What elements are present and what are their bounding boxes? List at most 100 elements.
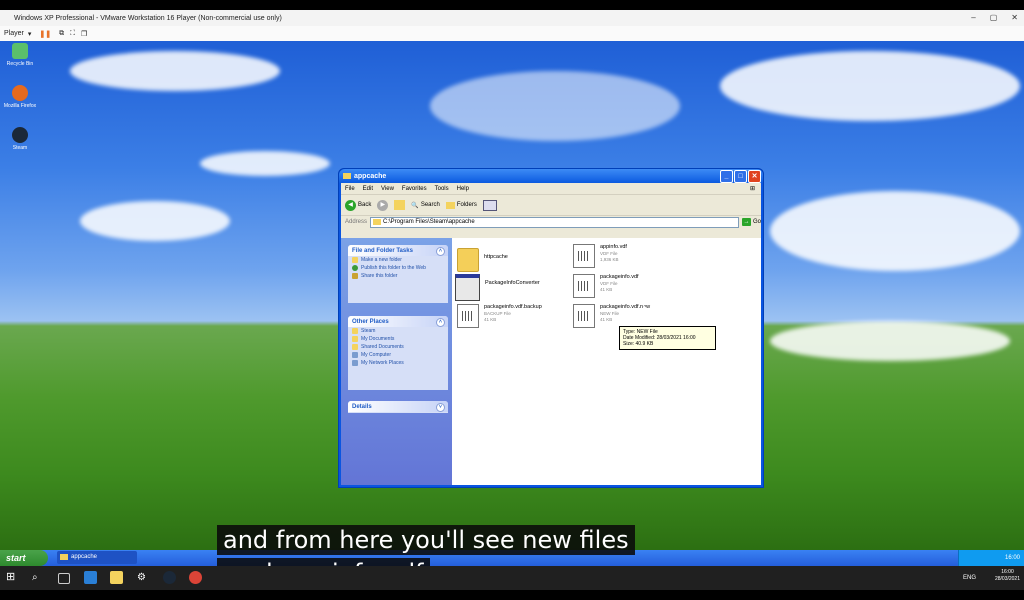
task-share-folder[interactable]: Share this folder <box>348 272 448 280</box>
computer-icon <box>352 352 358 358</box>
pause-icon[interactable]: ❚❚ <box>39 30 51 38</box>
globe-icon <box>352 265 358 271</box>
place-shared-documents[interactable]: Shared Documents <box>348 343 448 351</box>
panel-header[interactable]: Other Places ˄ <box>348 316 448 327</box>
vmware-toolbar: Player ▾ ❚❚ ⧉ ⛶ ❐ <box>0 26 1024 42</box>
address-label: Address <box>345 219 368 225</box>
document-icon <box>573 244 595 268</box>
file-name: packageinfo.vdf.backup <box>484 304 542 310</box>
search-icon: 🔍 <box>411 202 419 209</box>
firefox-icon <box>12 85 28 101</box>
desktop-icon-label: Mozilla Firefox <box>3 103 37 109</box>
settings-gear-icon[interactable]: ⚙ <box>137 571 150 584</box>
host-taskbar: ⊞ ⌕ ⚙ ENG 16:00 28/03/2021 <box>0 566 1024 590</box>
menu-edit[interactable]: Edit <box>363 186 373 192</box>
file-item[interactable]: httpcache <box>457 248 508 272</box>
devices-icon[interactable]: ⧉ <box>59 30 64 38</box>
menu-help[interactable]: Help <box>457 186 469 192</box>
expand-icon[interactable]: ˅ <box>436 403 445 412</box>
recycle-bin-icon <box>12 43 28 59</box>
explorer-window: appcache _ □ ✕ File Edit View Favorites … <box>338 168 764 488</box>
file-folder-tasks-panel: File and Folder Tasks ˄ Make a new folde… <box>348 245 448 303</box>
close-icon[interactable]: ✕ <box>1011 13 1018 22</box>
folder-icon <box>343 173 351 179</box>
folders-icon <box>445 201 455 209</box>
minimize-button[interactable]: _ <box>720 170 733 183</box>
windows-start-icon[interactable]: ⊞ <box>6 571 19 584</box>
file-explorer-icon[interactable] <box>110 571 123 584</box>
menu-file[interactable]: File <box>345 186 355 192</box>
forward-arrow-icon[interactable]: ▶ <box>377 199 389 211</box>
mail-icon[interactable] <box>84 571 97 584</box>
explorer-titlebar[interactable]: appcache _ □ ✕ <box>339 169 763 183</box>
explorer-content: File and Folder Tasks ˄ Make a new folde… <box>341 238 761 485</box>
application-icon <box>455 274 480 301</box>
search-button[interactable]: 🔍 Search <box>411 202 440 209</box>
maximize-icon[interactable]: ▢ <box>990 13 998 22</box>
file-item[interactable]: packageinfo.vdf.backup BACKUP File 41 KB <box>457 304 542 328</box>
shared-folder-icon <box>352 344 358 350</box>
xp-system-tray: 16:00 <box>958 550 1024 566</box>
network-icon <box>352 360 358 366</box>
file-item[interactable]: packageinfo.vdf VDF File 41 KB <box>573 274 639 298</box>
back-arrow-icon: ◀ <box>345 199 356 211</box>
desktop-icon-recycle-bin[interactable]: Recycle Bin <box>0 43 40 67</box>
place-my-computer[interactable]: My Computer <box>348 351 448 359</box>
place-my-network[interactable]: My Network Places <box>348 359 448 367</box>
windows-logo-icon: ⊞ <box>749 186 755 192</box>
details-panel: Details ˅ <box>348 401 448 413</box>
address-field[interactable]: C:\Program Files\Steam\appcache <box>370 216 739 228</box>
file-item[interactable]: PackageInfoConverter <box>455 274 540 301</box>
file-name: packageinfo.vdf <box>600 274 639 280</box>
menu-favorites[interactable]: Favorites <box>402 186 427 192</box>
unity-icon[interactable]: ❐ <box>81 30 87 38</box>
views-icon[interactable] <box>482 199 497 211</box>
menu-bar: File Edit View Favorites Tools Help ⊞ <box>341 183 761 195</box>
up-folder-icon[interactable] <box>394 200 406 210</box>
place-steam[interactable]: Steam <box>348 327 448 335</box>
new-folder-icon <box>352 257 358 263</box>
chrome-icon[interactable] <box>189 571 202 584</box>
desktop-icon-steam[interactable]: Steam <box>0 127 40 151</box>
file-size: 41 KB <box>484 317 497 322</box>
language-indicator[interactable]: ENG <box>963 575 976 582</box>
file-item[interactable]: appinfo.vdf VDF File 1,936 KB <box>573 244 627 268</box>
place-my-documents[interactable]: My Documents <box>348 335 448 343</box>
folder-icon <box>457 248 479 272</box>
search-icon[interactable]: ⌕ <box>32 571 45 584</box>
minimize-icon[interactable]: – <box>971 13 975 22</box>
clock[interactable]: 16:00 28/03/2021 <box>995 569 1020 583</box>
player-menu[interactable]: Player <box>4 30 24 37</box>
collapse-icon[interactable]: ˄ <box>436 247 445 256</box>
file-type: VDF File <box>600 281 618 286</box>
document-icon <box>573 274 595 298</box>
file-name: appinfo.vdf <box>600 244 627 250</box>
address-bar: Address C:\Program Files\Steam\appcache … <box>341 216 761 228</box>
back-button[interactable]: ◀ Back <box>345 199 371 211</box>
file-size: 41 KB <box>600 287 613 292</box>
maximize-button[interactable]: □ <box>734 170 747 183</box>
file-item[interactable]: packageinfo.vdf.new NEW File 41 KB <box>573 304 650 328</box>
task-publish-web[interactable]: Publish this folder to the Web <box>348 264 448 272</box>
chevron-down-icon[interactable]: ▾ <box>28 30 32 38</box>
taskbar-item-appcache[interactable]: appcache <box>57 551 137 564</box>
explorer-toolbar: ◀ Back ▶ 🔍 Search Folders <box>341 195 761 216</box>
desktop-icon-firefox[interactable]: Mozilla Firefox <box>0 85 40 109</box>
panel-header[interactable]: Details ˅ <box>348 401 448 412</box>
folder-icon <box>352 328 358 334</box>
start-button[interactable]: start <box>0 550 48 566</box>
file-tooltip: Type: NEW File Date Modified: 28/03/2021… <box>619 326 716 350</box>
task-view-icon[interactable] <box>58 573 70 584</box>
go-button[interactable]: → Go <box>741 218 761 226</box>
collapse-icon[interactable]: ˄ <box>436 318 445 327</box>
other-places-panel: Other Places ˄ Steam My Documents Shared… <box>348 316 448 390</box>
letterbox-top <box>0 0 1024 10</box>
task-make-folder[interactable]: Make a new folder <box>348 256 448 264</box>
steam-icon[interactable] <box>163 571 176 584</box>
menu-tools[interactable]: Tools <box>435 186 449 192</box>
panel-header[interactable]: File and Folder Tasks ˄ <box>348 245 448 256</box>
menu-view[interactable]: View <box>381 186 394 192</box>
folders-button[interactable]: Folders <box>445 201 477 209</box>
fullscreen-icon[interactable]: ⛶ <box>70 30 75 38</box>
close-button[interactable]: ✕ <box>748 170 761 183</box>
